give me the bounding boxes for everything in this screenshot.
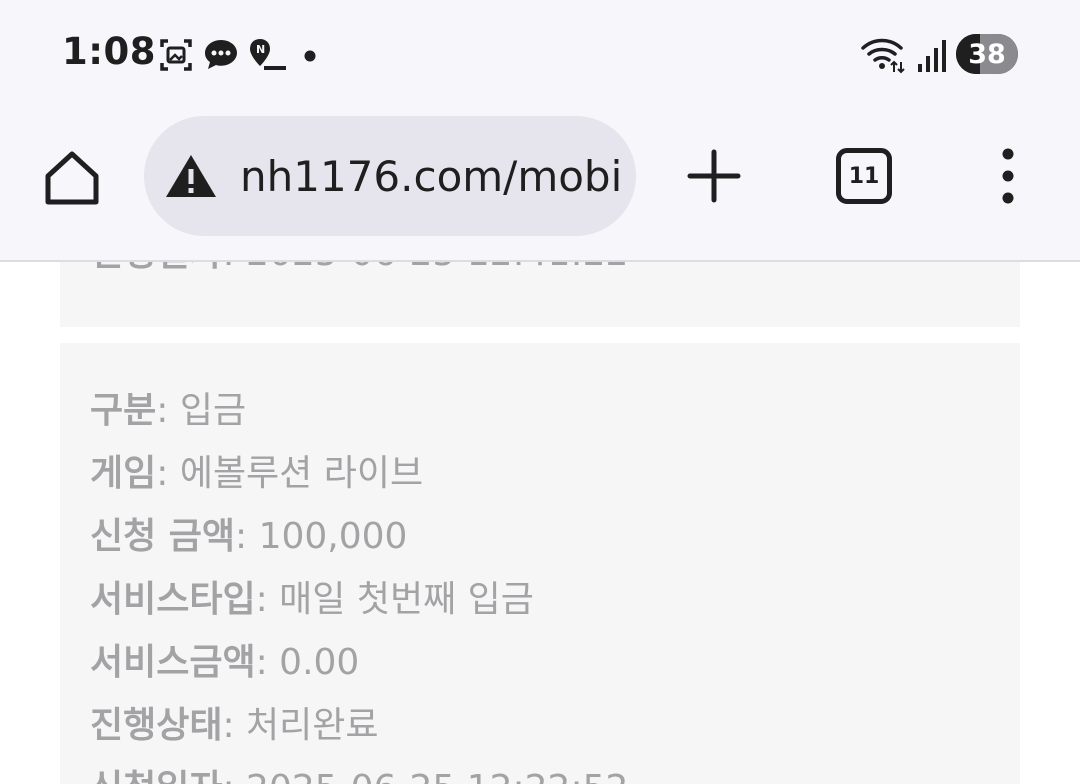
info-row-game: 게임: 에볼루션 라이브 <box>90 442 1020 505</box>
info-row-status: 진행상태: 처리완료 <box>90 694 1020 757</box>
row-value: : 2025-06-25 12:41:22 <box>222 262 628 274</box>
url-text[interactable]: nh1176.com/mobi <box>240 152 622 201</box>
more-notifications-dot-icon <box>304 50 316 62</box>
row-value: : 처리완료 <box>222 705 379 746</box>
row-label: 신청일자 <box>90 262 222 274</box>
info-row-service-type: 서비스타입: 매일 첫번째 입금 <box>90 568 1020 631</box>
warning-icon[interactable] <box>164 152 218 200</box>
row-value: : 매일 첫번째 입금 <box>255 579 534 620</box>
notification-icons: N <box>158 36 324 74</box>
browser-toolbar: nh1176.com/mobi 11 <box>0 108 1080 262</box>
address-bar[interactable]: nh1176.com/mobi <box>144 116 636 236</box>
screenshot-icon <box>160 39 192 71</box>
row-value: : 입금 <box>156 390 247 431</box>
battery-indicator: 38 <box>956 34 1018 74</box>
info-row-type: 구분: 입금 <box>90 379 1020 442</box>
row-value: : 100,000 <box>235 516 408 557</box>
row-label: 진행상태 <box>90 705 223 746</box>
svg-text:N: N <box>256 43 265 56</box>
more-menu-icon[interactable] <box>988 148 1028 204</box>
transaction-card: 구분: 입금 게임: 에볼루션 라이브 신청 금액: 100,000 서비스타입… <box>60 343 1020 784</box>
row-value: : 0.00 <box>255 642 360 683</box>
chat-icon <box>205 40 237 69</box>
tab-switcher-button[interactable]: 11 <box>836 148 892 204</box>
prev-transaction-card: 신청일자: 2025-06-25 12:41:22 <box>60 262 1020 327</box>
row-value: : 2025-06-25 12:22:52 <box>222 768 628 784</box>
row-label: 신청일자 <box>90 768 222 784</box>
wifi-icon <box>861 38 905 74</box>
row-value: : 에볼루션 라이브 <box>156 453 424 494</box>
status-time: 1:08 <box>62 30 157 73</box>
info-row-date: 신청일자: 2025-06-25 12:22:52 <box>90 757 1020 784</box>
status-bar: 1:08 N 38 <box>0 0 1080 108</box>
page-content: 신청일자: 2025-06-25 12:41:22 구분: 입금 게임: 에볼루… <box>0 262 1080 784</box>
info-row: 신청일자: 2025-06-25 12:41:22 <box>90 262 1020 285</box>
new-tab-icon[interactable] <box>686 148 742 204</box>
info-row-amount: 신청 금액: 100,000 <box>90 505 1020 568</box>
row-label: 구분 <box>90 390 157 431</box>
row-label: 신청 금액 <box>90 516 236 557</box>
tab-count: 11 <box>848 163 880 189</box>
home-icon[interactable] <box>40 146 104 210</box>
row-label: 서비스타입 <box>90 579 256 620</box>
info-row-service-amount: 서비스금액: 0.00 <box>90 631 1020 694</box>
battery-level: 38 <box>968 38 1006 70</box>
system-icons: 38 <box>860 34 1018 74</box>
row-label: 게임 <box>90 453 157 494</box>
signal-icon <box>918 40 946 72</box>
row-label: 서비스금액 <box>90 642 256 683</box>
map-pin-icon: N <box>250 39 286 70</box>
